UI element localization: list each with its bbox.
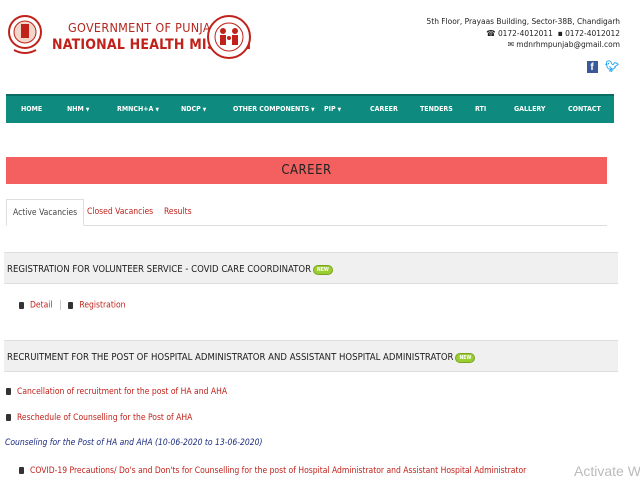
- caret-down-icon: ▼: [155, 107, 159, 113]
- phone2-text: 0172-4012012: [565, 27, 620, 38]
- gov-title: GOVERNMENT OF PUNJAB: [68, 20, 219, 35]
- section-links: Detail Registration: [19, 300, 125, 311]
- nav-ndcp[interactable]: NDCP ▼: [181, 105, 206, 113]
- link-separator: [59, 300, 61, 310]
- page-title-banner: CAREER: [6, 157, 607, 184]
- reschedule-link[interactable]: Reschedule of Counselling for the Post o…: [17, 413, 192, 423]
- list-item: COVID-19 Precautions/ Do's and Don'ts fo…: [19, 466, 526, 476]
- nav-career[interactable]: CAREER: [370, 105, 398, 113]
- section-header: RECRUITMENT FOR THE POST OF HOSPITAL ADM…: [4, 340, 618, 372]
- site-header: GOVERNMENT OF PUNJAB NATIONAL HEALTH MIS…: [0, 0, 640, 92]
- caret-down-icon: ▼: [202, 107, 207, 113]
- activate-windows-watermark: Activate Wi: [574, 463, 640, 479]
- twitter-icon[interactable]: 🐦︎: [605, 60, 619, 73]
- nav-home[interactable]: HOME: [21, 105, 42, 113]
- counseling-subheading: Counseling for the Post of HA and AHA (1…: [5, 438, 263, 448]
- tab-closed-vacancies[interactable]: Closed Vacancies: [87, 199, 153, 224]
- phone-icon: ☎: [486, 27, 496, 38]
- nav-other-components[interactable]: OTHER COMPONENTS ▼: [233, 105, 315, 113]
- email-text[interactable]: mdnrhmpunjab@gmail.com: [516, 39, 620, 49]
- caret-down-icon: ▼: [85, 107, 90, 113]
- section-header: REGISTRATION FOR VOLUNTEER SERVICE - COV…: [4, 252, 618, 284]
- document-icon: [6, 388, 11, 395]
- phone1-text: 0172-4012011: [497, 27, 553, 38]
- nav-gallery[interactable]: GALLERY: [514, 105, 545, 113]
- document-icon: [19, 301, 24, 309]
- cancellation-link[interactable]: Cancellation of recruitment for the post…: [17, 387, 227, 397]
- nav-tenders[interactable]: TENDERS: [420, 105, 453, 113]
- social-links: f 🐦︎: [586, 58, 619, 76]
- document-icon: [68, 301, 74, 309]
- nav-rti[interactable]: RTI: [475, 105, 486, 113]
- detail-link[interactable]: Detail: [30, 301, 53, 311]
- caret-down-icon: ▼: [337, 107, 342, 113]
- nav-pip[interactable]: PIP ▼: [324, 105, 341, 113]
- section-title: RECRUITMENT FOR THE POST OF HOSPITAL ADM…: [7, 352, 476, 363]
- tab-active-vacancies[interactable]: Active Vacancies: [6, 199, 85, 226]
- new-badge: NEW: [313, 264, 333, 275]
- main-nav: HOME NHM ▼ RMNCH+A ▼ NDCP ▼ OTHER COMPONENT…: [6, 94, 614, 123]
- covid-precautions-link[interactable]: COVID-19 Precautions/ Do's and Don'ts fo…: [30, 466, 526, 476]
- caret-down-icon: ▼: [311, 107, 315, 113]
- nhm-logo-icon: [207, 15, 251, 59]
- list-item: Reschedule of Counselling for the Post o…: [6, 413, 192, 423]
- new-badge: NEW: [455, 352, 476, 363]
- section-title: REGISTRATION FOR VOLUNTEER SERVICE - COV…: [7, 264, 333, 275]
- vacancy-tabs: Active Vacancies Closed Vacancies Result…: [6, 199, 607, 226]
- document-icon: [6, 414, 11, 421]
- nav-nhm[interactable]: NHM ▼: [67, 105, 89, 113]
- tab-results[interactable]: Results: [164, 199, 192, 224]
- nav-contact[interactable]: CONTACT: [568, 105, 601, 113]
- list-item: Cancellation of recruitment for the post…: [6, 387, 227, 397]
- facebook-icon[interactable]: f: [586, 60, 598, 73]
- document-icon: [19, 467, 24, 474]
- contact-info: 5th Floor, Prayaas Building, Sector-38B,…: [427, 16, 620, 51]
- mail-icon: ✉: [507, 39, 514, 50]
- registration-link[interactable]: Registration: [79, 301, 125, 311]
- fax-icon: ▪: [557, 27, 563, 38]
- punjab-emblem-icon: [8, 15, 42, 54]
- nav-rmncha[interactable]: RMNCH+A ▼: [117, 105, 159, 113]
- address-text: 5th Floor, Prayaas Building, Sector-38B,…: [426, 16, 620, 26]
